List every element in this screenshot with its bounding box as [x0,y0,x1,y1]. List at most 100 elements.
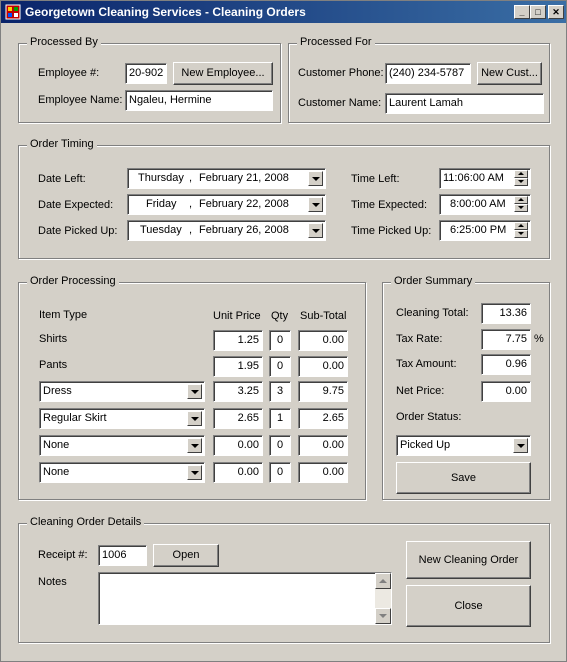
net-price-field[interactable]: 0.00 [481,381,531,402]
chevron-down-icon[interactable] [187,438,202,453]
subtotal-none-2[interactable]: 0.00 [298,462,348,483]
order-status-select[interactable]: Picked Up [396,435,531,456]
spin-up-icon[interactable] [514,196,528,204]
time-picked-up-label: Time Picked Up: [351,225,432,237]
minimize-icon[interactable]: _ [514,5,530,19]
time-expected-label: Time Expected: [351,199,428,211]
date-expected-month-day: February 22, 2008 [199,198,289,210]
qty-header: Qty [271,310,289,322]
order-status-label: Order Status: [396,411,462,423]
new-customer-button[interactable]: New Cust... [477,62,542,85]
item-select-none-2[interactable]: None [39,462,205,483]
subtotal-shirts[interactable]: 0.00 [298,330,348,351]
item-select-dress[interactable]: Dress [39,381,205,402]
qty-regular-skirt[interactable]: 1 [269,408,291,429]
title-bar[interactable]: Georgetown Cleaning Services - Cleaning … [1,1,566,23]
percent-sign: % [534,333,544,345]
unit-price-none-1[interactable]: 0.00 [213,435,263,456]
chevron-down-icon[interactable] [308,171,323,186]
unit-price-shirts[interactable]: 1.25 [213,330,263,351]
date-expected-weekday: Friday [146,198,177,210]
chevron-down-icon[interactable] [187,384,202,399]
item-select-value: None [43,466,70,478]
order-status-value: Picked Up [400,439,451,451]
cleaning-total-field[interactable]: 13.36 [481,303,531,324]
date-picked-up-picker[interactable]: Tuesday , February 26, 2008 [127,220,326,241]
spin-down-icon[interactable] [514,178,528,186]
tax-rate-label: Tax Rate: [396,333,443,345]
spin-up-icon[interactable] [514,170,528,178]
new-cleaning-order-button[interactable]: New Cleaning Order [406,541,531,579]
customer-phone-field[interactable]: (240) 234-5787 [385,63,471,84]
window-title: Georgetown Cleaning Services - Cleaning … [25,5,306,19]
qty-pants[interactable]: 0 [269,356,291,377]
date-separator: , [189,172,193,184]
tax-amount-field[interactable]: 0.96 [481,354,531,375]
chevron-down-icon[interactable] [513,438,528,453]
subtotal-regular-skirt[interactable]: 2.65 [298,408,348,429]
chevron-down-icon[interactable] [308,223,323,238]
time-left-picker[interactable]: 11:06:00 AM [439,168,531,189]
unit-price-dress[interactable]: 3.25 [213,381,263,402]
app-icon [5,4,21,20]
spin-down-icon[interactable] [514,230,528,238]
date-expected-picker[interactable]: Friday , February 22, 2008 [127,194,326,215]
close-icon[interactable]: ✕ [548,5,564,19]
subtotal-dress[interactable]: 9.75 [298,381,348,402]
close-button[interactable]: Close [406,585,531,627]
notes-scrollbar[interactable] [375,573,391,624]
item-label-pants: Pants [39,359,68,371]
customer-phone-label: Customer Phone: [298,67,384,79]
time-expected-picker[interactable]: 8:00:00 AM [439,194,531,215]
sub-total-header: Sub-Total [300,310,347,322]
item-type-header: Item Type [39,309,88,321]
employee-number-field[interactable]: 20-902 [125,63,167,84]
tax-rate-field[interactable]: 7.75 [481,329,531,350]
item-label-shirts: Shirts [39,333,68,345]
spin-up-icon[interactable] [514,222,528,230]
receipt-number-label: Receipt #: [38,549,88,561]
date-expected-label: Date Expected: [38,199,114,211]
spin-down-icon[interactable] [514,204,528,212]
open-button[interactable]: Open [153,544,219,567]
employee-name-field[interactable]: Ngaleu, Hermine [125,90,273,111]
cleaning-order-details-title: Cleaning Order Details [27,516,145,528]
processed-by-title: Processed By [27,36,101,48]
subtotal-pants[interactable]: 0.00 [298,356,348,377]
time-picked-up-picker[interactable]: 6:25:00 PM [439,220,531,241]
order-summary-title: Order Summary [391,275,476,287]
qty-dress[interactable]: 3 [269,381,291,402]
chevron-down-icon[interactable] [308,197,323,212]
unit-price-header: Unit Price [213,310,261,322]
item-select-none-1[interactable]: None [39,435,205,456]
date-left-picker[interactable]: Thursday , February 21, 2008 [127,168,326,189]
date-left-month-day: February 21, 2008 [199,172,289,184]
date-separator: , [189,224,193,236]
employee-number-label: Employee #: [38,67,100,79]
unit-price-regular-skirt[interactable]: 2.65 [213,408,263,429]
scroll-down-icon[interactable] [375,608,391,624]
new-employee-button[interactable]: New Employee... [173,62,273,85]
time-expected-value: 8:00:00 AM [450,198,506,210]
qty-shirts[interactable]: 0 [269,330,291,351]
scroll-up-icon[interactable] [375,573,391,589]
notes-textarea[interactable] [98,572,392,625]
qty-none-1[interactable]: 0 [269,435,291,456]
item-select-regular-skirt[interactable]: Regular Skirt [39,408,205,429]
customer-name-field[interactable]: Laurent Lamah [385,93,544,114]
receipt-number-field[interactable]: 1006 [98,545,147,566]
cleaning-total-label: Cleaning Total: [396,307,469,319]
employee-name-label: Employee Name: [38,94,123,106]
maximize-icon[interactable]: □ [530,5,546,19]
save-button[interactable]: Save [396,462,531,494]
order-timing-title: Order Timing [27,138,97,150]
chevron-down-icon[interactable] [187,411,202,426]
unit-price-none-2[interactable]: 0.00 [213,462,263,483]
order-processing-title: Order Processing [27,275,119,287]
subtotal-none-1[interactable]: 0.00 [298,435,348,456]
customer-name-label: Customer Name: [298,97,382,109]
qty-none-2[interactable]: 0 [269,462,291,483]
tax-amount-label: Tax Amount: [396,358,457,370]
chevron-down-icon[interactable] [187,465,202,480]
unit-price-pants[interactable]: 1.95 [213,356,263,377]
